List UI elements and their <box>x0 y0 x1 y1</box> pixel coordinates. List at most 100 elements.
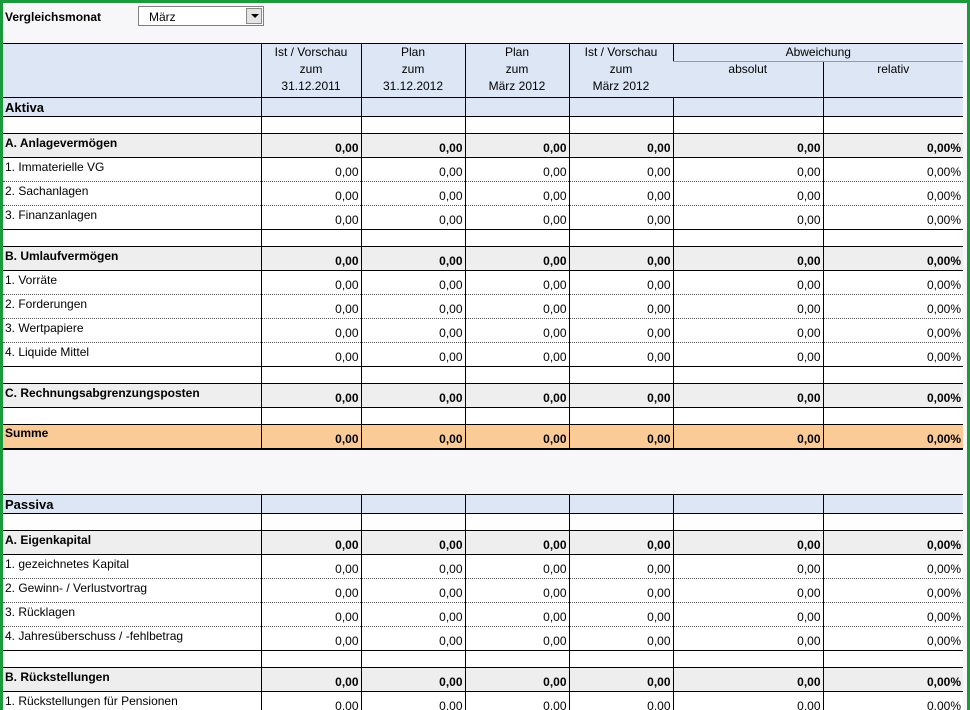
item-row-plan-march[interactable]: 0,00 <box>464 157 569 182</box>
empty-cell[interactable] <box>568 513 673 531</box>
item-row-ist-march[interactable]: 0,00 <box>568 205 673 230</box>
group-row-plan-2012[interactable]: 0,00 <box>360 383 465 408</box>
empty-cell[interactable] <box>260 513 361 531</box>
item-row-deviation-absolute[interactable]: 0,00 <box>672 626 823 651</box>
group-row-label[interactable]: C. Rechnungsabgrenzungsposten <box>3 383 261 408</box>
empty-cell[interactable] <box>360 229 465 247</box>
empty-cell[interactable] <box>360 650 465 668</box>
sum-row-ist-march[interactable]: 0,00 <box>568 424 673 450</box>
group-row-label[interactable]: A. Anlagevermögen <box>3 133 261 158</box>
group-row-deviation-relative[interactable]: 0,00% <box>822 383 964 408</box>
item-row-ist-2011[interactable]: 0,00 <box>260 157 361 182</box>
empty-cell[interactable] <box>464 513 569 531</box>
item-row-plan-2012[interactable]: 0,00 <box>360 602 465 627</box>
empty-cell[interactable] <box>672 407 823 425</box>
empty-cell[interactable] <box>568 650 673 668</box>
empty-cell[interactable] <box>464 650 569 668</box>
group-row-label[interactable]: B. Rückstellungen <box>3 667 261 692</box>
item-row-ist-march[interactable]: 0,00 <box>568 181 673 206</box>
empty-cell[interactable] <box>464 97 569 117</box>
group-row-deviation-relative[interactable]: 0,00% <box>822 530 964 555</box>
group-row-deviation-relative[interactable]: 0,00% <box>822 667 964 692</box>
group-row-ist-2011[interactable]: 0,00 <box>260 667 361 692</box>
empty-cell[interactable] <box>822 366 964 384</box>
group-row-ist-2011[interactable]: 0,00 <box>260 246 361 271</box>
sum-row-plan-march[interactable]: 0,00 <box>464 424 569 450</box>
group-row-ist-2011[interactable]: 0,00 <box>260 383 361 408</box>
group-row-plan-2012[interactable]: 0,00 <box>360 246 465 271</box>
group-row-ist-march[interactable]: 0,00 <box>568 530 673 555</box>
empty-cell[interactable] <box>568 366 673 384</box>
empty-cell[interactable] <box>464 494 569 514</box>
item-row-ist-march[interactable]: 0,00 <box>568 318 673 343</box>
item-row-deviation-relative[interactable]: 0,00% <box>822 626 964 651</box>
sum-row-label[interactable]: Summe <box>3 424 261 450</box>
item-row-deviation-relative[interactable]: 0,00% <box>822 554 964 579</box>
group-row-plan-march[interactable]: 0,00 <box>464 133 569 158</box>
item-row-deviation-relative[interactable]: 0,00% <box>822 342 964 367</box>
item-row-ist-march[interactable]: 0,00 <box>568 691 673 710</box>
item-row-deviation-relative[interactable]: 0,00% <box>822 181 964 206</box>
group-row-deviation-absolute[interactable]: 0,00 <box>672 383 823 408</box>
item-row-plan-march[interactable]: 0,00 <box>464 602 569 627</box>
empty-cell[interactable] <box>3 229 261 247</box>
item-row-plan-2012[interactable]: 0,00 <box>360 578 465 603</box>
group-row-plan-march[interactable]: 0,00 <box>464 667 569 692</box>
empty-cell[interactable] <box>3 407 261 425</box>
group-row-plan-2012[interactable]: 0,00 <box>360 133 465 158</box>
empty-cell[interactable] <box>360 407 465 425</box>
item-row-deviation-absolute[interactable]: 0,00 <box>672 294 823 319</box>
item-row-ist-2011[interactable]: 0,00 <box>260 294 361 319</box>
empty-cell[interactable] <box>3 366 261 384</box>
item-row-ist-2011[interactable]: 0,00 <box>260 318 361 343</box>
item-row-ist-2011[interactable]: 0,00 <box>260 181 361 206</box>
group-row-deviation-absolute[interactable]: 0,00 <box>672 246 823 271</box>
empty-cell[interactable] <box>672 366 823 384</box>
item-row-label[interactable]: 4. Liquide Mittel <box>3 342 261 367</box>
empty-cell[interactable] <box>822 494 964 514</box>
item-row-plan-2012[interactable]: 0,00 <box>360 318 465 343</box>
sum-row-deviation-absolute[interactable]: 0,00 <box>672 424 823 450</box>
item-row-plan-march[interactable]: 0,00 <box>464 626 569 651</box>
empty-cell[interactable] <box>260 116 361 134</box>
item-row-deviation-absolute[interactable]: 0,00 <box>672 318 823 343</box>
empty-cell[interactable] <box>260 407 361 425</box>
group-row-deviation-absolute[interactable]: 0,00 <box>672 530 823 555</box>
group-row-ist-2011[interactable]: 0,00 <box>260 133 361 158</box>
item-row-plan-march[interactable]: 0,00 <box>464 181 569 206</box>
empty-cell[interactable] <box>360 513 465 531</box>
empty-cell[interactable] <box>822 513 964 531</box>
empty-cell[interactable] <box>260 97 361 117</box>
empty-cell[interactable] <box>260 229 361 247</box>
group-row-ist-march[interactable]: 0,00 <box>568 667 673 692</box>
empty-cell[interactable] <box>360 97 465 117</box>
item-row-deviation-absolute[interactable]: 0,00 <box>672 157 823 182</box>
item-row-plan-march[interactable]: 0,00 <box>464 342 569 367</box>
item-row-ist-2011[interactable]: 0,00 <box>260 602 361 627</box>
empty-cell[interactable] <box>822 407 964 425</box>
sum-row-ist-2011[interactable]: 0,00 <box>260 424 361 450</box>
item-row-ist-march[interactable]: 0,00 <box>568 626 673 651</box>
group-row-plan-2012[interactable]: 0,00 <box>360 530 465 555</box>
empty-cell[interactable] <box>464 407 569 425</box>
empty-cell[interactable] <box>672 97 823 117</box>
item-row-ist-march[interactable]: 0,00 <box>568 554 673 579</box>
item-row-plan-2012[interactable]: 0,00 <box>360 691 465 710</box>
item-row-ist-march[interactable]: 0,00 <box>568 578 673 603</box>
item-row-plan-march[interactable]: 0,00 <box>464 691 569 710</box>
item-row-label[interactable]: 1. Immaterielle VG <box>3 157 261 182</box>
item-row-deviation-absolute[interactable]: 0,00 <box>672 578 823 603</box>
item-row-deviation-absolute[interactable]: 0,00 <box>672 342 823 367</box>
empty-cell[interactable] <box>3 116 261 134</box>
empty-cell[interactable] <box>3 650 261 668</box>
item-row-deviation-relative[interactable]: 0,00% <box>822 294 964 319</box>
item-row-ist-march[interactable]: 0,00 <box>568 270 673 295</box>
empty-cell[interactable] <box>464 116 569 134</box>
group-row-deviation-relative[interactable]: 0,00% <box>822 133 964 158</box>
item-row-deviation-relative[interactable]: 0,00% <box>822 270 964 295</box>
empty-cell[interactable] <box>822 97 964 117</box>
group-row-plan-march[interactable]: 0,00 <box>464 530 569 555</box>
group-row-ist-march[interactable]: 0,00 <box>568 133 673 158</box>
empty-cell[interactable] <box>464 229 569 247</box>
item-row-label[interactable]: 1. Rückstellungen für Pensionen <box>3 691 261 710</box>
